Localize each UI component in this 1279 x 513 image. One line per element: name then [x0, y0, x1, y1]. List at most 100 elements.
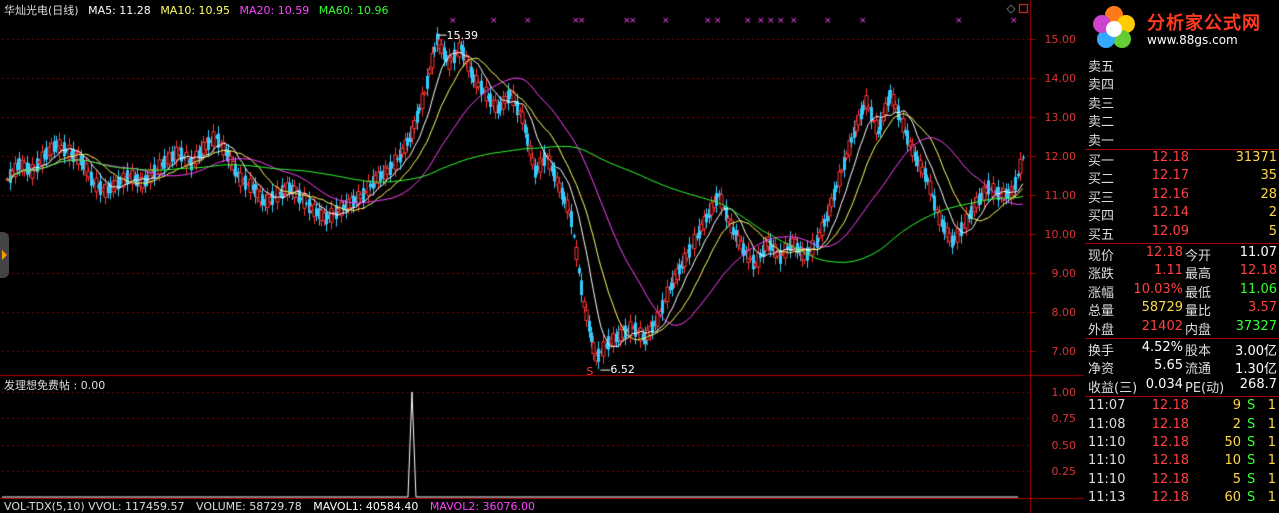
stats-value: 3.00亿: [1235, 344, 1277, 359]
quote-value: 11.07: [1239, 245, 1277, 260]
sell-level-row[interactable]: 卖三: [1085, 93, 1279, 112]
indicator-tick-label: 0.50: [1051, 438, 1077, 452]
sell-level-row[interactable]: 卖四: [1085, 74, 1279, 94]
buy-level-price: 12.18: [1151, 150, 1189, 165]
trade-count: 1: [1267, 490, 1276, 506]
buy-level-price: 12.09: [1151, 223, 1189, 239]
trade-row[interactable]: 11:10 12.18 5 S 1: [1085, 472, 1279, 490]
quote-row: 总量 58729 量比 3.57: [1085, 300, 1279, 320]
sell-level-row[interactable]: 卖二: [1085, 111, 1279, 131]
stock-title: 华灿光电(日线): [4, 4, 79, 17]
trade-row[interactable]: 11:08 12.18 2 S 1: [1085, 417, 1279, 435]
price-tick-label: 8.00: [1051, 305, 1077, 319]
stats-divider: [1085, 337, 1279, 339]
trade-volume: 50: [1224, 435, 1241, 450]
stats-value: 0.034: [1145, 376, 1183, 392]
flower-logo-icon: [1089, 3, 1139, 53]
indicator-tick-label: 0.25: [1051, 464, 1077, 478]
trade-price: 12.18: [1151, 416, 1189, 432]
ma5-value: MA5: 11.28: [88, 4, 151, 17]
buy-level-row[interactable]: 买一 12.18 31371: [1085, 150, 1279, 169]
quote-value: 58729: [1141, 300, 1183, 316]
buy-level-row[interactable]: 买四 12.14 2: [1085, 205, 1279, 225]
quote-row: 涨幅 10.03% 最低 11.06: [1085, 281, 1279, 301]
buy-level-price: 12.17: [1151, 168, 1189, 184]
high-annotation: 15.39: [446, 29, 479, 43]
stats-row: 换手 4.52% 股本 3.00亿: [1085, 340, 1279, 359]
logo-title: 分析家公式网: [1147, 13, 1261, 34]
buy-level-price: 12.14: [1151, 205, 1189, 221]
sell-level-row[interactable]: 卖一: [1085, 130, 1279, 149]
trade-count: 1: [1267, 416, 1276, 432]
stats-label: 流通: [1185, 362, 1212, 378]
buy-level-volume: 5: [1268, 223, 1277, 239]
buy-level-volume: 35: [1260, 168, 1277, 184]
price-tick-label: 15.00: [1044, 32, 1077, 46]
trade-side: S: [1247, 453, 1256, 469]
expand-panel-handle[interactable]: [0, 232, 9, 278]
buy-level-label: 买四: [1088, 209, 1115, 225]
trade-count: 1: [1267, 453, 1276, 469]
trade-time: 11:13: [1088, 490, 1126, 506]
kline-chart[interactable]: [0, 0, 1084, 513]
trade-count: 1: [1267, 398, 1276, 414]
trade-side: S: [1247, 398, 1256, 414]
trade-time: 11:07: [1088, 398, 1126, 414]
buy-level-row[interactable]: 买五 12.09 5: [1085, 223, 1279, 243]
quote-label: 总量: [1088, 304, 1115, 320]
sell-level-row[interactable]: 卖五: [1085, 56, 1279, 75]
trade-time: 11:10: [1088, 471, 1126, 487]
trade-price: 12.18: [1151, 453, 1189, 469]
quote-value: 3.57: [1248, 300, 1277, 316]
sell-signal-marker: S: [586, 365, 594, 378]
price-tick-label: 14.00: [1044, 71, 1077, 85]
trade-row[interactable]: 11:13 12.18 60 S 1: [1085, 490, 1279, 508]
ma20-value: MA20: 10.59: [239, 4, 310, 17]
stats-label: 净资: [1088, 362, 1115, 378]
buy-level-row[interactable]: 买二 12.17 35: [1085, 168, 1279, 188]
trade-row[interactable]: 11:10 12.18 50 S 1: [1085, 435, 1279, 453]
trade-count: 1: [1267, 435, 1276, 450]
sell-level-label: 卖五: [1088, 60, 1115, 75]
quote-value: 12.18: [1239, 263, 1277, 279]
trade-volume: 9: [1232, 398, 1241, 414]
quote-value: 11.06: [1239, 281, 1277, 297]
quote-label: 量比: [1185, 304, 1212, 320]
quote-label: 最低: [1185, 285, 1212, 301]
trade-row[interactable]: 11:10 12.18 10 S 1: [1085, 453, 1279, 471]
trades-divider: [1085, 395, 1279, 397]
site-logo: 分析家公式网 www.88gs.com: [1085, 0, 1279, 56]
trade-side: S: [1247, 435, 1256, 450]
buy-level-label: 买二: [1088, 172, 1115, 188]
trade-price: 12.18: [1151, 490, 1189, 506]
quote-label: 涨幅: [1088, 285, 1115, 301]
sell-level-label: 卖四: [1088, 78, 1115, 94]
trade-volume: 2: [1232, 416, 1241, 432]
price-tick-label: 13.00: [1044, 110, 1077, 124]
stats-row: 净资 5.65 流通 1.30亿: [1085, 358, 1279, 378]
buy-level-label: 买三: [1088, 190, 1115, 206]
stats-label: 股本: [1185, 344, 1212, 359]
sell-level-label: 卖二: [1088, 115, 1115, 131]
quote-label: 现价: [1088, 249, 1115, 264]
buy-level-price: 12.16: [1151, 186, 1189, 202]
stats-row: 收益(三) 0.034 PE(动) 268.7: [1085, 376, 1279, 396]
quote-value: 21402: [1141, 318, 1183, 334]
quote-value: 1.11: [1154, 263, 1183, 279]
quote-row: 外盘 21402 内盘 37327: [1085, 318, 1279, 338]
low-annotation: 6.52: [610, 363, 635, 377]
quote-label: 内盘: [1185, 322, 1212, 338]
trade-volume: 60: [1224, 490, 1241, 506]
buy-level-label: 买一: [1088, 154, 1115, 169]
stats-value: 4.52%: [1141, 340, 1183, 355]
quote-value: 10.03%: [1133, 281, 1183, 297]
buy-level-volume: 28: [1260, 186, 1277, 202]
chart-header: 华灿光电(日线) MA5: 11.28 MA10: 10.95 MA20: 10…: [4, 2, 394, 18]
quote-panel: 卖五 卖四 卖三 卖二 卖一 买一 12.18 31371 买二 12.17 3…: [1085, 56, 1279, 513]
quote-row: 涨跌 1.11 最高 12.18: [1085, 263, 1279, 282]
trade-row[interactable]: 11:07 12.18 9 S 1: [1085, 398, 1279, 416]
trade-price: 12.18: [1151, 435, 1189, 450]
buy-level-row[interactable]: 买三 12.16 28: [1085, 186, 1279, 206]
buy-level-volume: 2: [1268, 205, 1277, 221]
mavol2-value: MAVOL2: 36076.00: [429, 500, 536, 513]
